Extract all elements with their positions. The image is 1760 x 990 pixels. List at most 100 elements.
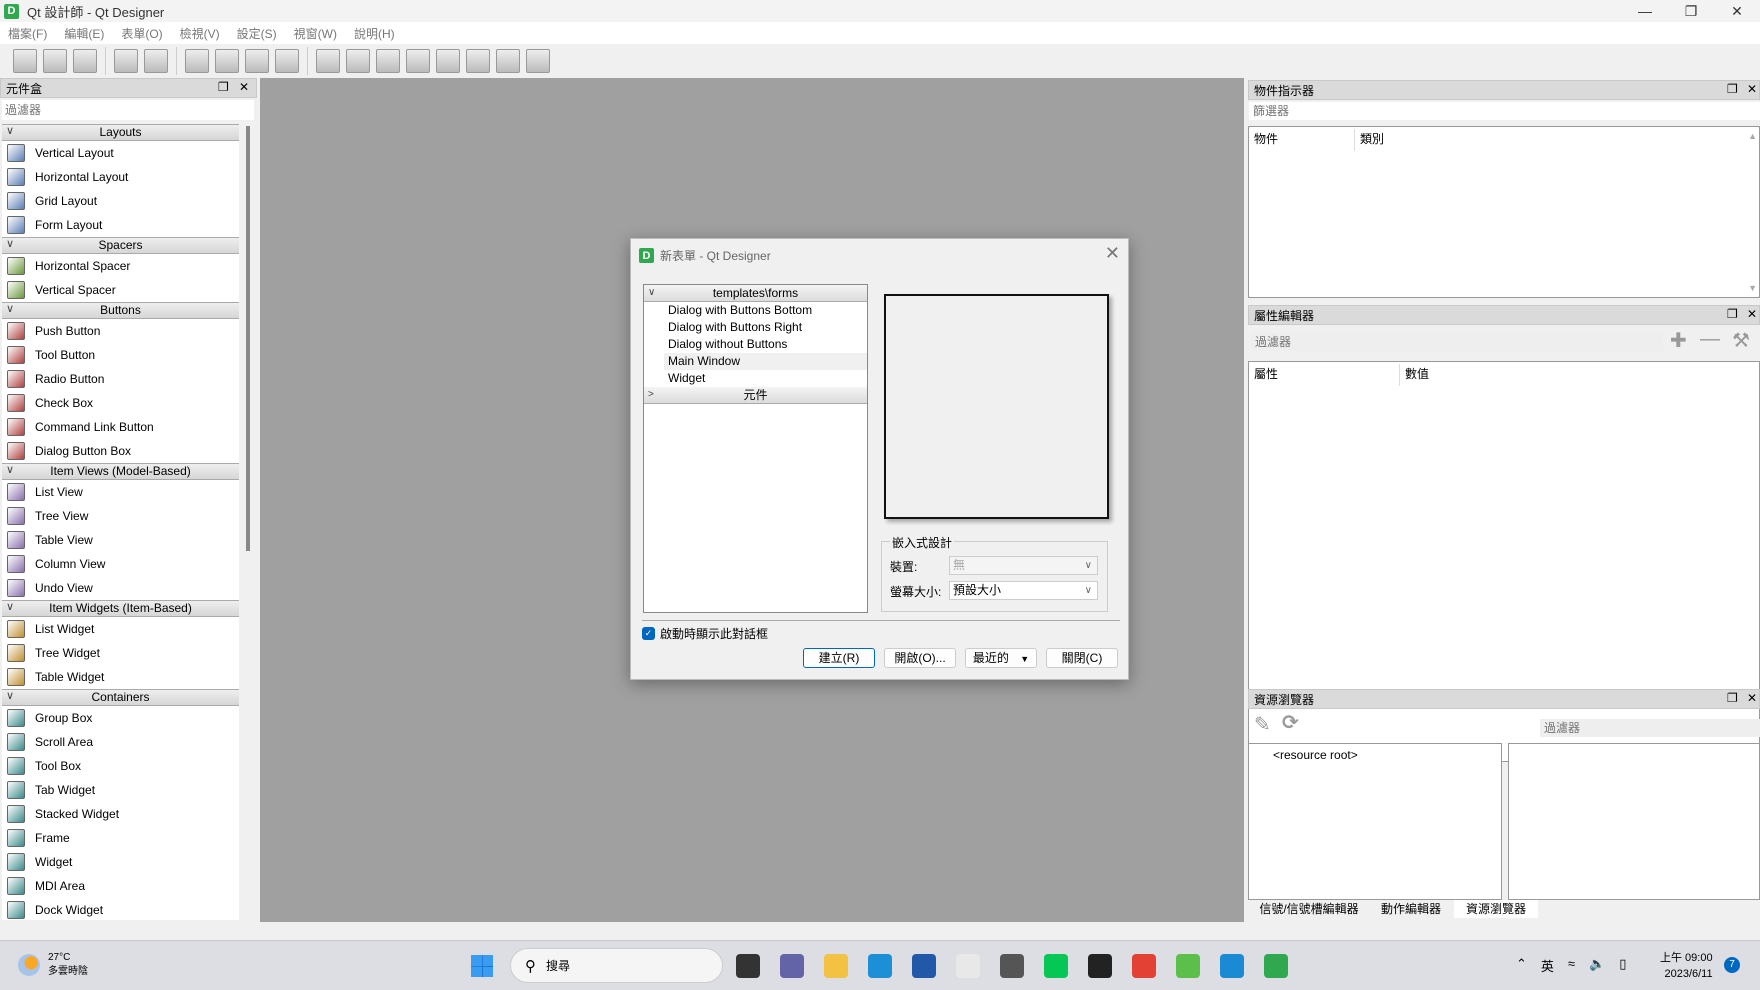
widget-item-group-box[interactable]: Group Box [2, 706, 239, 730]
app-green-ring-icon[interactable] [1176, 954, 1200, 978]
widget-item-scroll-area[interactable]: Scroll Area [2, 730, 239, 754]
adjust-size-icon[interactable] [526, 49, 550, 73]
qt-designer-icon[interactable] [1264, 954, 1288, 978]
notification-badge[interactable]: 7 [1724, 957, 1740, 973]
ime-indicator[interactable]: 英 [1541, 956, 1554, 975]
close-dock-icon[interactable]: ✕ [1747, 82, 1757, 96]
widget-item-radio-button[interactable]: Radio Button [2, 367, 239, 391]
edit-buddies-icon[interactable] [245, 49, 269, 73]
widget-list-scrollbar[interactable] [243, 124, 254, 920]
break-layout-icon[interactable] [496, 49, 520, 73]
category-spacers[interactable]: ∨ Spacers [2, 237, 239, 254]
menu-item[interactable]: 設定(S) [237, 25, 277, 42]
menu-item[interactable]: 檢視(V) [180, 25, 220, 42]
category-item-views-model-based[interactable]: ∨ Item Views (Model-Based) [2, 463, 239, 480]
widget-item-widget[interactable]: Widget [2, 850, 239, 874]
tab-signal-slot-editor[interactable]: 信號/信號槽編輯器 [1254, 900, 1364, 918]
widget-item-stacked-widget[interactable]: Stacked Widget [2, 802, 239, 826]
template-item-dialog-without-buttons[interactable]: Dialog without Buttons [644, 336, 867, 353]
open-button[interactable]: 開啟(O)... [884, 648, 956, 668]
layout-vertical-icon[interactable] [346, 49, 370, 73]
column-header-object[interactable]: 物件 [1254, 129, 1278, 151]
widget-item-tree-widget[interactable]: Tree Widget [2, 641, 239, 665]
category-buttons[interactable]: ∨ Buttons [2, 302, 239, 319]
device-select[interactable]: 無 ∨ [949, 556, 1098, 575]
recent-button[interactable]: 最近的 ▼ [965, 648, 1037, 668]
tree-category-templates[interactable]: ∨ templates\forms [644, 285, 867, 302]
edit-tab-order-icon[interactable] [275, 49, 299, 73]
scroll-up-icon[interactable]: ▲ [1748, 131, 1757, 141]
volume-icon[interactable]: 🔈 [1589, 956, 1605, 975]
widget-item-tree-view[interactable]: Tree View [2, 504, 239, 528]
layout-horizontal-icon[interactable] [316, 49, 340, 73]
minimize-button[interactable]: — [1622, 0, 1668, 22]
file-explorer-icon[interactable] [824, 954, 848, 978]
template-item-dialog-with-buttons-bottom[interactable]: Dialog with Buttons Bottom [644, 302, 867, 319]
reload-icon[interactable]: ⟳ [1282, 710, 1299, 735]
layout-form-icon[interactable] [466, 49, 490, 73]
float-dock-icon[interactable]: ❐ [1727, 691, 1738, 705]
menu-item[interactable]: 檔案(F) [8, 25, 47, 42]
battery-icon[interactable]: ▯ [1619, 956, 1626, 975]
column-header-class[interactable]: 類別 [1354, 129, 1384, 151]
widget-item-grid-layout[interactable]: Grid Layout [2, 189, 239, 213]
bring-to-front-icon[interactable] [144, 49, 168, 73]
scroll-down-icon[interactable]: ▼ [1748, 283, 1757, 293]
widget-item-mdi-area[interactable]: MDI Area [2, 874, 239, 898]
show-on-startup-checkbox[interactable]: ✓ 啟動時顯示此對話框 [642, 625, 768, 642]
widget-item-dialog-button-box[interactable]: Dialog Button Box [2, 439, 239, 463]
widget-filter-input[interactable] [2, 100, 254, 120]
template-item-dialog-with-buttons-right[interactable]: Dialog with Buttons Right [644, 319, 867, 336]
property-filter-input[interactable] [1251, 333, 1663, 351]
screen-size-select[interactable]: 預設大小 ∨ [949, 581, 1098, 600]
wrench-icon[interactable]: ⚒ [1732, 328, 1750, 353]
layout-vertical-splitter-icon[interactable] [406, 49, 430, 73]
widget-item-horizontal-spacer[interactable]: Horizontal Spacer [2, 254, 239, 278]
checkbox-checked-icon[interactable]: ✓ [642, 627, 655, 640]
snipping-tool-icon[interactable] [956, 954, 980, 978]
close-window-button[interactable]: ✕ [1714, 0, 1760, 22]
widget-item-dock-widget[interactable]: Dock Widget [2, 898, 239, 920]
unity-icon[interactable] [1000, 954, 1024, 978]
widget-item-list-widget[interactable]: List Widget [2, 617, 239, 641]
add-property-icon[interactable]: ✚ [1670, 328, 1687, 353]
widget-item-list-view[interactable]: List View [2, 480, 239, 504]
layout-grid-icon[interactable] [436, 49, 460, 73]
wifi-icon[interactable]: ≈ [1568, 956, 1575, 975]
column-header-property[interactable]: 屬性 [1254, 364, 1278, 386]
clock[interactable]: 上午 09:00 2023/6/11 [1660, 950, 1713, 982]
layout-horizontal-splitter-icon[interactable] [376, 49, 400, 73]
menu-item[interactable]: 編輯(E) [64, 25, 104, 42]
widget-item-table-widget[interactable]: Table Widget [2, 665, 239, 689]
scrollbar-thumb[interactable] [246, 126, 250, 551]
close-dock-icon[interactable]: ✕ [239, 80, 249, 94]
widget-item-undo-view[interactable]: Undo View [2, 576, 239, 600]
menu-item[interactable]: 說明(H) [354, 25, 395, 42]
category-layouts[interactable]: ∨ Layouts [2, 124, 239, 141]
template-item-widget[interactable]: Widget [644, 370, 867, 387]
widget-item-vertical-layout[interactable]: Vertical Layout [2, 141, 239, 165]
widget-item-check-box[interactable]: Check Box [2, 391, 239, 415]
close-dock-icon[interactable]: ✕ [1747, 691, 1757, 705]
close-button[interactable]: 關閉(C) [1046, 648, 1118, 668]
object-filter-input[interactable] [1249, 102, 1760, 120]
save-icon[interactable] [73, 49, 97, 73]
widget-item-frame[interactable]: Frame [2, 826, 239, 850]
taskbar-search[interactable]: ⚲ 搜尋 [510, 948, 723, 983]
float-dock-icon[interactable]: ❐ [218, 80, 229, 94]
start-button[interactable] [471, 955, 493, 977]
vscode-icon[interactable] [1220, 954, 1244, 978]
edit-signals-slots-icon[interactable] [215, 49, 239, 73]
edge-icon[interactable] [868, 954, 892, 978]
widget-item-form-layout[interactable]: Form Layout [2, 213, 239, 237]
chrome-icon[interactable] [1132, 954, 1156, 978]
tab-action-editor[interactable]: 動作編輯器 [1372, 900, 1450, 918]
widget-item-column-view[interactable]: Column View [2, 552, 239, 576]
remove-property-icon[interactable]: — [1700, 328, 1720, 351]
edit-widgets-icon[interactable] [185, 49, 209, 73]
edit-resources-icon[interactable]: ✎ [1254, 712, 1271, 737]
resource-filter-input[interactable] [1540, 719, 1760, 737]
widget-item-horizontal-layout[interactable]: Horizontal Layout [2, 165, 239, 189]
widget-item-tool-box[interactable]: Tool Box [2, 754, 239, 778]
chevron-up-icon[interactable]: ⌃ [1516, 956, 1527, 975]
